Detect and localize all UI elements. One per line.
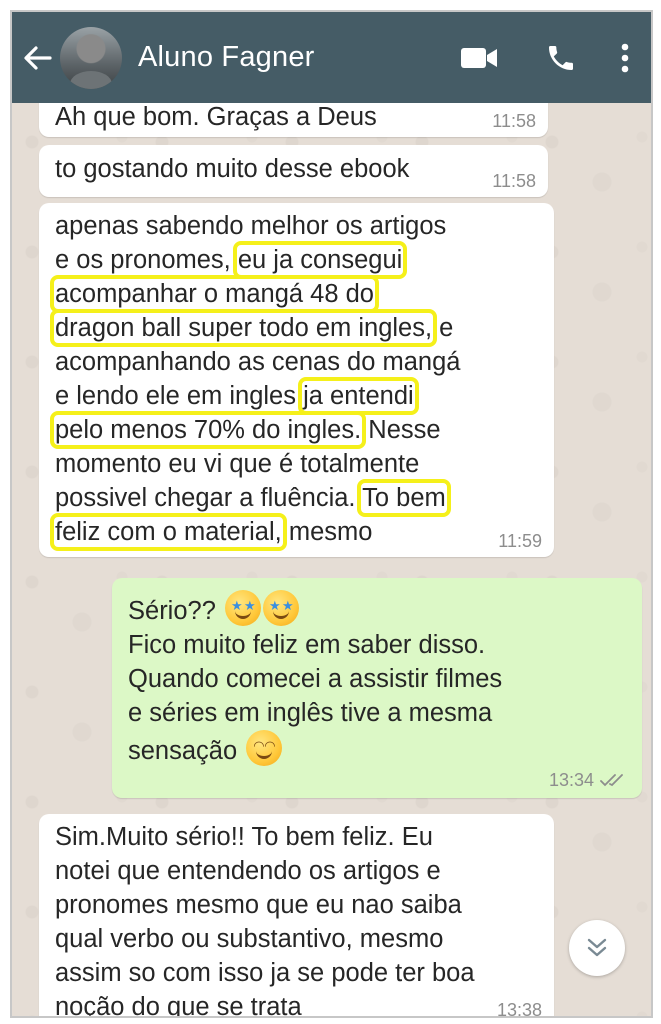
- highlight-box: ja entendi: [298, 377, 419, 415]
- arrow-left-icon: [24, 45, 52, 70]
- message-line: momento eu vi que é totalmente: [55, 450, 420, 478]
- message-line: e séries em inglês tive a mesma: [128, 699, 493, 727]
- star-struck-icon: ★ ★: [225, 590, 261, 626]
- message-line: pelo menos 70% do ingles. Nesse: [49, 411, 441, 449]
- highlight-box: eu ja consegui: [232, 241, 408, 279]
- phone-icon: [549, 45, 573, 70]
- message-time-status: 13:34: [549, 770, 628, 790]
- phone-screen: Aluno Fagner Ah que bom. Graças a Deus 1…: [10, 10, 653, 1018]
- star-struck-icon: ★ ★: [263, 590, 299, 626]
- incoming-message[interactable]: to gostando muito desse ebook 11:58: [39, 145, 548, 197]
- message-line: qual verbo ou substantivo, mesmo: [55, 925, 444, 953]
- contact-avatar[interactable]: [60, 26, 122, 89]
- message-line: Quando comecei a assistir filmes: [128, 665, 503, 693]
- message-line: e os pronomes, eu ja consegui: [55, 241, 408, 279]
- highlight-box: pelo menos 70% do ingles.: [49, 411, 367, 449]
- message-line: feliz com o material, mesmo: [50, 513, 373, 551]
- more-vert-icon: [621, 43, 629, 72]
- message-line: pronomes mesmo que eu nao saiba: [55, 891, 462, 919]
- double-check-icon: [600, 774, 623, 787]
- message-time: 11:58: [492, 171, 536, 191]
- message-text: to gostando muito desse ebook: [55, 155, 410, 183]
- message-text: Ah que bom. Graças a Deus: [55, 103, 377, 131]
- message-line: acompanhando as cenas do mangá: [55, 348, 461, 376]
- message-line: Fico muito feliz em saber disso.: [128, 631, 486, 659]
- message-line: Sim.Muito sério!! To bem feliz. Eu: [55, 823, 433, 851]
- message-time: 11:58: [492, 111, 536, 131]
- highlight-box: To bem: [357, 479, 451, 517]
- highlight-box: acompanhar o mangá 48 do: [50, 275, 379, 313]
- message-line: acompanhar o mangá 48 do: [50, 275, 554, 313]
- message-line: apenas sabendo melhor os artigos: [55, 212, 447, 240]
- avatar-silhouette: [70, 70, 112, 89]
- message-line: possivel chegar a fluência. To bem: [55, 479, 451, 517]
- message-time: 13:38: [496, 1000, 542, 1018]
- message-line: dragon ball super todo em ingles, e: [49, 309, 454, 347]
- message-line: sensação ◠ ◠: [128, 730, 642, 768]
- chevron-double-down-icon: [587, 938, 607, 957]
- video-call-button[interactable]: [449, 12, 509, 103]
- message-line: e lendo ele em ingles ja entendi: [55, 377, 419, 415]
- message-line: Sério?? ★ ★ ★ ★: [128, 590, 642, 628]
- highlight-box: dragon ball super todo em ingles,: [49, 309, 438, 347]
- more-options-button[interactable]: [605, 12, 645, 103]
- chat-header: Aluno Fagner: [12, 12, 651, 103]
- highlight-box: feliz com o material,: [50, 513, 287, 551]
- message-line: assim so com isso ja se pode ter boa: [55, 959, 475, 987]
- outgoing-message[interactable]: Sério?? ★ ★ ★ ★ Fico muito feliz em saber d…: [112, 578, 642, 798]
- incoming-message[interactable]: apenas sabendo melhor os artigos e os pr…: [39, 203, 554, 557]
- message-time: 11:59: [498, 531, 542, 551]
- message-line: notei que entendendo os artigos e: [55, 857, 441, 885]
- message-line: noção do que se trata: [55, 993, 302, 1018]
- scroll-to-bottom-button[interactable]: [569, 920, 625, 976]
- voice-call-button[interactable]: [531, 12, 591, 103]
- smiling-face-icon: ◠ ◠: [246, 730, 283, 766]
- incoming-message[interactable]: Sim.Muito sério!! To bem feliz. Eu notei…: [39, 814, 554, 1018]
- message-time: 13:34: [548, 770, 594, 790]
- back-button[interactable]: [14, 12, 60, 103]
- video-camera-icon: [461, 47, 497, 68]
- contact-name[interactable]: Aluno Fagner: [138, 41, 449, 74]
